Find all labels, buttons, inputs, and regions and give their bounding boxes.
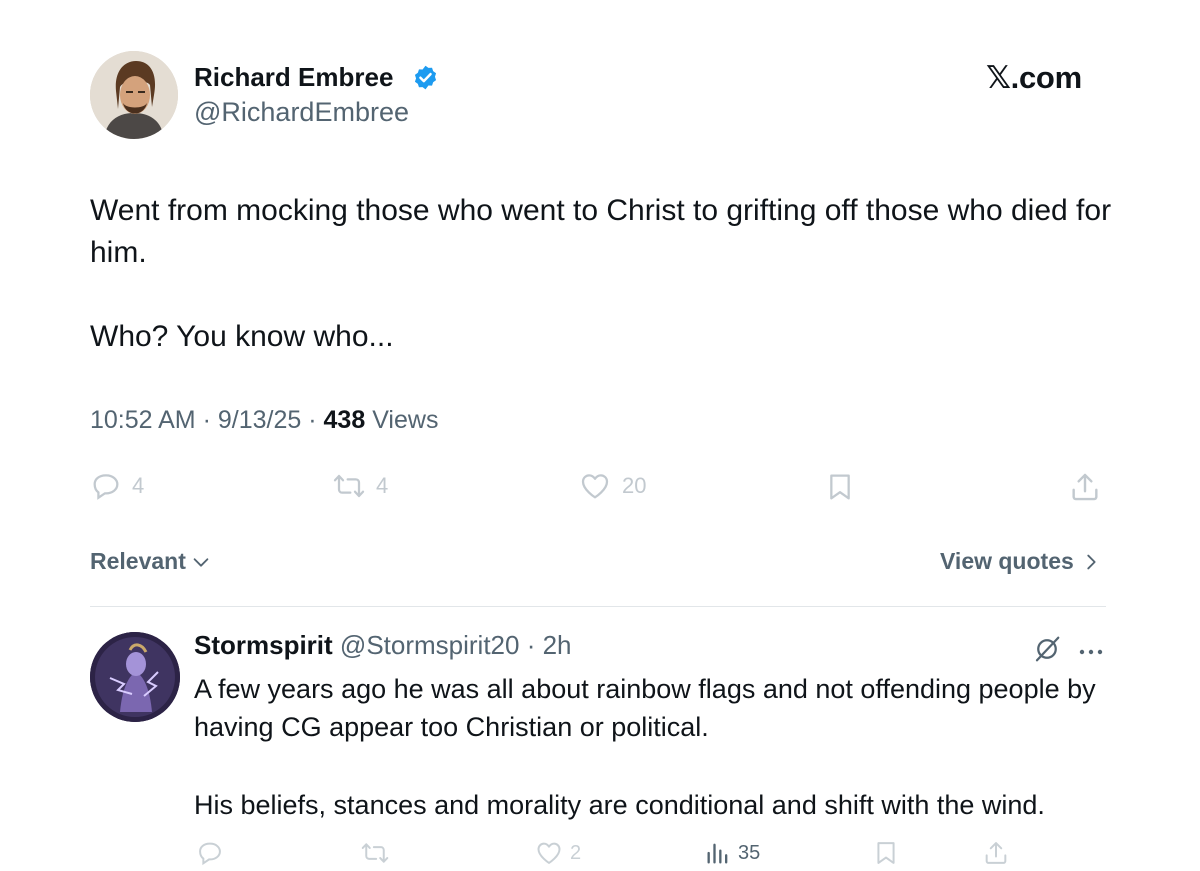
reply-age[interactable]: 2h — [543, 630, 572, 660]
reply-avatar[interactable] — [90, 632, 180, 722]
reply-views-button[interactable]: 35 — [704, 839, 760, 867]
view-quotes-label: View quotes — [940, 548, 1074, 574]
reply-paragraph: A few years ago he was all about rainbow… — [194, 674, 1096, 742]
repost-icon — [333, 474, 365, 498]
reply-icon — [199, 842, 221, 866]
reply-views-count: 35 — [738, 841, 761, 864]
author-handle[interactable]: @RichardEmbree — [194, 97, 409, 128]
like-button[interactable]: 20 — [578, 470, 646, 502]
repost-button[interactable]: 4 — [332, 470, 388, 502]
chevron-right-icon — [1087, 554, 1096, 569]
reply-button[interactable]: 4 — [90, 470, 144, 502]
chevron-down-icon — [193, 557, 209, 567]
repost-count: 4 — [376, 473, 389, 498]
author-name[interactable]: Richard Embree — [194, 62, 393, 93]
reply-paragraph: His beliefs, stances and morality are co… — [194, 790, 1045, 820]
tweet-meta: 10:52 AM · 9/13/25 · 438 Views — [90, 406, 438, 435]
tweet-time[interactable]: 10:52 AM — [90, 406, 196, 434]
sort-label: Relevant — [90, 548, 186, 574]
share-button[interactable] — [1068, 470, 1102, 504]
reply-icon — [93, 474, 119, 500]
reply-reply-button[interactable] — [196, 839, 224, 867]
reply-repost-button[interactable] — [360, 839, 390, 867]
view-quotes-link[interactable]: View quotes — [940, 548, 1100, 575]
x-logo: 𝕏.com — [986, 60, 1082, 95]
meta-separator: · — [202, 406, 218, 434]
share-icon — [1072, 473, 1098, 501]
grok-icon — [1035, 636, 1060, 662]
reply-avatar-image — [90, 632, 180, 722]
tweet-paragraph: Who? You know who... — [90, 320, 394, 353]
divider — [90, 606, 1106, 607]
meta-separator: · — [308, 406, 324, 434]
views-chart-icon — [707, 843, 728, 864]
heart-icon — [581, 474, 609, 499]
views-label: Views — [372, 406, 439, 434]
more-options-button[interactable] — [1078, 644, 1104, 662]
reply-text: A few years ago he was all about rainbow… — [194, 670, 1114, 864]
grok-button[interactable] — [1032, 634, 1062, 669]
reply-bookmark-button[interactable] — [872, 839, 900, 867]
reply-count: 4 — [132, 473, 145, 498]
author-avatar-image — [90, 51, 178, 139]
heart-icon — [537, 842, 561, 864]
more-icon — [1079, 649, 1103, 655]
reply-like-button[interactable]: 2 — [534, 839, 581, 867]
repost-icon — [361, 843, 389, 863]
tweet-text: Went from mocking those who went to Chri… — [90, 190, 1120, 400]
bookmark-icon — [877, 842, 895, 864]
reply-author-handle[interactable]: @Stormspirit20 — [340, 630, 520, 660]
sort-dropdown[interactable]: Relevant — [90, 548, 212, 575]
verified-badge-icon — [412, 64, 439, 91]
bookmark-button[interactable] — [824, 470, 856, 504]
author-avatar[interactable] — [90, 51, 178, 139]
bookmark-icon — [830, 474, 850, 500]
reply-header: Stormspirit @Stormspirit20 · 2h — [194, 630, 572, 661]
tweet-paragraph: Went from mocking those who went to Chri… — [90, 194, 1112, 269]
reply-like-count: 2 — [570, 841, 582, 864]
reply-author-name[interactable]: Stormspirit — [194, 630, 333, 660]
like-count: 20 — [622, 473, 647, 498]
tweet-date[interactable]: 9/13/25 — [218, 406, 301, 434]
share-icon — [985, 842, 1007, 864]
views-count: 438 — [323, 406, 366, 434]
meta-separator: · — [519, 630, 543, 660]
reply-share-button[interactable] — [982, 839, 1010, 867]
